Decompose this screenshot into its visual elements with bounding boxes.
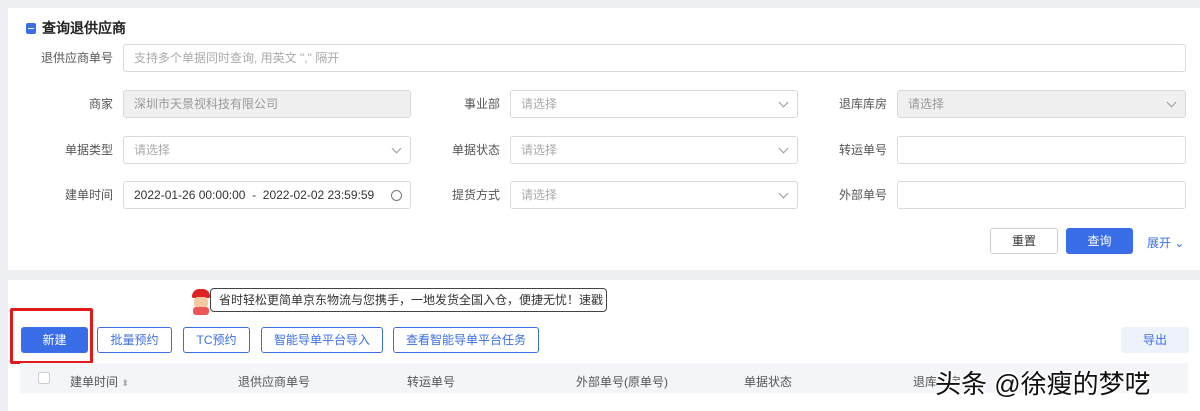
- range-separator: -: [252, 188, 257, 202]
- query-button[interactable]: 查询: [1066, 228, 1133, 254]
- warehouse-label: 退库库房: [838, 97, 887, 111]
- end-time: 2022-02-02 23:59:59: [262, 188, 375, 202]
- col-external-no: 外部单号(原单号): [576, 375, 668, 389]
- pickup-select[interactable]: 请选择: [510, 181, 798, 209]
- warehouse-select: 请选择: [897, 90, 1186, 118]
- supplier-no-input[interactable]: 支持多个单据同时查询, 用英文 "," 隔开: [123, 44, 1186, 72]
- reset-button[interactable]: 重置: [990, 228, 1058, 254]
- col-label: 建单时间: [70, 375, 119, 389]
- doc-status-placeholder: 请选择: [521, 143, 558, 157]
- export-button[interactable]: 导出: [1121, 327, 1189, 353]
- smart-tasks-button[interactable]: 查看智能导单平台任务: [393, 327, 539, 353]
- transfer-no-input[interactable]: [897, 136, 1186, 164]
- section-icon: [26, 22, 36, 34]
- pickup-placeholder: 请选择: [521, 188, 558, 202]
- query-panel: 查询退供应商 退供应商单号 支持多个单据同时查询, 用英文 "," 隔开 商家 …: [8, 8, 1200, 270]
- expand-text: 展开: [1147, 236, 1172, 250]
- col-transfer-no: 转运单号: [407, 375, 456, 389]
- doc-status-select[interactable]: 请选择: [510, 136, 798, 164]
- division-select[interactable]: 请选择: [510, 90, 798, 118]
- col-doc-status: 单据状态: [744, 375, 793, 389]
- mascot-icon: [190, 289, 212, 315]
- promo-tooltip[interactable]: 省时轻松更简单京东物流与您携手，一地发货全国入仓，便捷无忧！速戳: [210, 288, 607, 312]
- new-button[interactable]: 新建: [21, 327, 88, 353]
- section-title-text: 查询退供应商: [42, 20, 126, 36]
- sort-icon[interactable]: ⬍: [121, 378, 129, 388]
- division-label: 事业部: [463, 97, 500, 111]
- pickup-label: 提货方式: [451, 188, 500, 202]
- doc-status-label: 单据状态: [451, 143, 500, 157]
- supplier-no-label: 退供应商单号: [40, 51, 113, 65]
- warehouse-placeholder: 请选择: [908, 97, 945, 111]
- doc-type-label: 单据类型: [64, 143, 113, 157]
- chevron-down-icon: [1166, 97, 1177, 108]
- doc-type-select[interactable]: 请选择: [123, 136, 411, 164]
- start-time: 2022-01-26 00:00:00: [134, 188, 246, 202]
- merchant-label: 商家: [88, 97, 113, 111]
- section-title: 查询退供应商: [26, 18, 126, 38]
- watermark-text: 头条 @徐瘦的梦呓: [935, 369, 1151, 399]
- smart-import-button[interactable]: 智能导单平台导入: [261, 327, 383, 353]
- division-placeholder: 请选择: [521, 97, 558, 111]
- external-no-input[interactable]: [897, 181, 1186, 209]
- external-no-label: 外部单号: [838, 188, 887, 202]
- col-created-time[interactable]: 建单时间 ⬍: [70, 370, 129, 395]
- doc-type-placeholder: 请选择: [134, 143, 171, 157]
- col-supplier-no: 退供应商单号: [238, 375, 311, 389]
- batch-reserve-button[interactable]: 批量预约: [97, 327, 172, 353]
- expand-link[interactable]: 展开 ⌄: [1147, 234, 1184, 251]
- transfer-no-label: 转运单号: [838, 143, 887, 157]
- merchant-input: 深圳市天景视科技有限公司: [123, 90, 411, 118]
- created-time-range[interactable]: 2022-01-26 00:00:00 - 2022-02-02 23:59:5…: [123, 181, 411, 209]
- select-all-checkbox[interactable]: [38, 372, 50, 384]
- created-time-label: 建单时间: [64, 188, 113, 202]
- tc-reserve-button[interactable]: TC预约: [183, 327, 250, 353]
- chevron-down-icon: ⌄: [1174, 236, 1185, 250]
